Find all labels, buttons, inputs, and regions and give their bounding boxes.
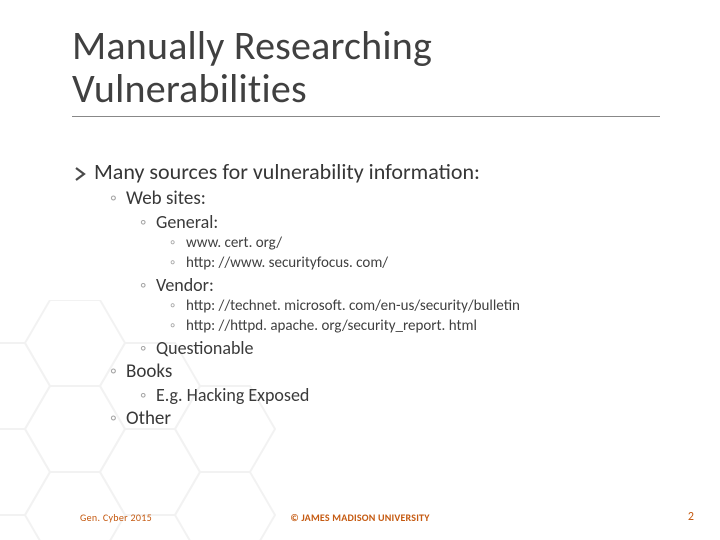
content-block: Many sources for vulnerability informati… bbox=[72, 158, 660, 431]
bullet-vendor-item-0: ◦ http: //technet. microsoft. com/en-us/s… bbox=[72, 297, 660, 317]
bullet-books-example-text: E.g. Hacking Exposed bbox=[156, 384, 309, 406]
ring-bullet-icon: ◦ bbox=[140, 211, 146, 234]
ring-bullet-icon: ◦ bbox=[170, 254, 175, 274]
bullet-general-item-0: ◦ www. cert. org/ bbox=[72, 234, 660, 254]
bullet-main-text: Many sources for vulnerability informati… bbox=[94, 158, 480, 185]
footer-left-text: Gen. Cyber 2015 bbox=[80, 511, 152, 524]
ring-bullet-icon: ◦ bbox=[140, 337, 146, 360]
ring-bullet-icon: ◦ bbox=[170, 317, 175, 337]
footer: Gen. Cyber 2015 © JAMES MADISON UNIVERSI… bbox=[0, 506, 720, 524]
slide-title: Manually Researching Vulnerabilities bbox=[72, 24, 660, 110]
arrow-bullet-icon bbox=[72, 162, 90, 180]
footer-center-text: © JAMES MADISON UNIVERSITY bbox=[290, 511, 429, 524]
ring-bullet-icon: ◦ bbox=[110, 187, 117, 211]
bullet-websites: ◦ Web sites: bbox=[72, 187, 660, 211]
bullet-vendor: ◦ Vendor: bbox=[72, 274, 660, 297]
ring-bullet-icon: ◦ bbox=[140, 274, 146, 297]
page-number: 2 bbox=[688, 510, 694, 524]
bullet-general: ◦ General: bbox=[72, 211, 660, 234]
bullet-general-item-1-text: http: //www. securityfocus. com/ bbox=[186, 254, 388, 272]
bullet-general-item-1: ◦ http: //www. securityfocus. com/ bbox=[72, 254, 660, 274]
bullet-general-item-0-text: www. cert. org/ bbox=[186, 234, 282, 252]
slide: Manually Researching Vulnerabilities Man… bbox=[0, 0, 720, 540]
title-block: Manually Researching Vulnerabilities bbox=[72, 24, 660, 117]
bullet-books-example: ◦ E.g. Hacking Exposed bbox=[72, 384, 660, 407]
bullet-other: ◦ Other bbox=[72, 407, 660, 431]
bullet-websites-label: Web sites: bbox=[126, 187, 206, 210]
bullet-vendor-item-1-text: http: //httpd. apache. org/security_repo… bbox=[186, 317, 477, 335]
ring-bullet-icon: ◦ bbox=[110, 407, 117, 431]
bullet-books: ◦ Books bbox=[72, 360, 660, 384]
bullet-questionable-label: Questionable bbox=[156, 337, 254, 359]
ring-bullet-icon: ◦ bbox=[170, 234, 175, 254]
bullet-questionable: ◦ Questionable bbox=[72, 337, 660, 360]
bullet-vendor-label: Vendor: bbox=[156, 274, 214, 296]
bullet-vendor-item-0-text: http: //technet. microsoft. com/en-us/se… bbox=[186, 297, 520, 315]
bullet-other-label: Other bbox=[126, 407, 171, 430]
bullet-general-label: General: bbox=[156, 211, 218, 233]
ring-bullet-icon: ◦ bbox=[170, 297, 175, 317]
title-underline bbox=[72, 116, 660, 117]
ring-bullet-icon: ◦ bbox=[140, 384, 146, 407]
bullet-main: Many sources for vulnerability informati… bbox=[72, 158, 660, 185]
bullet-books-label: Books bbox=[126, 360, 172, 383]
bullet-vendor-item-1: ◦ http: //httpd. apache. org/security_rep… bbox=[72, 317, 660, 337]
ring-bullet-icon: ◦ bbox=[110, 360, 117, 384]
